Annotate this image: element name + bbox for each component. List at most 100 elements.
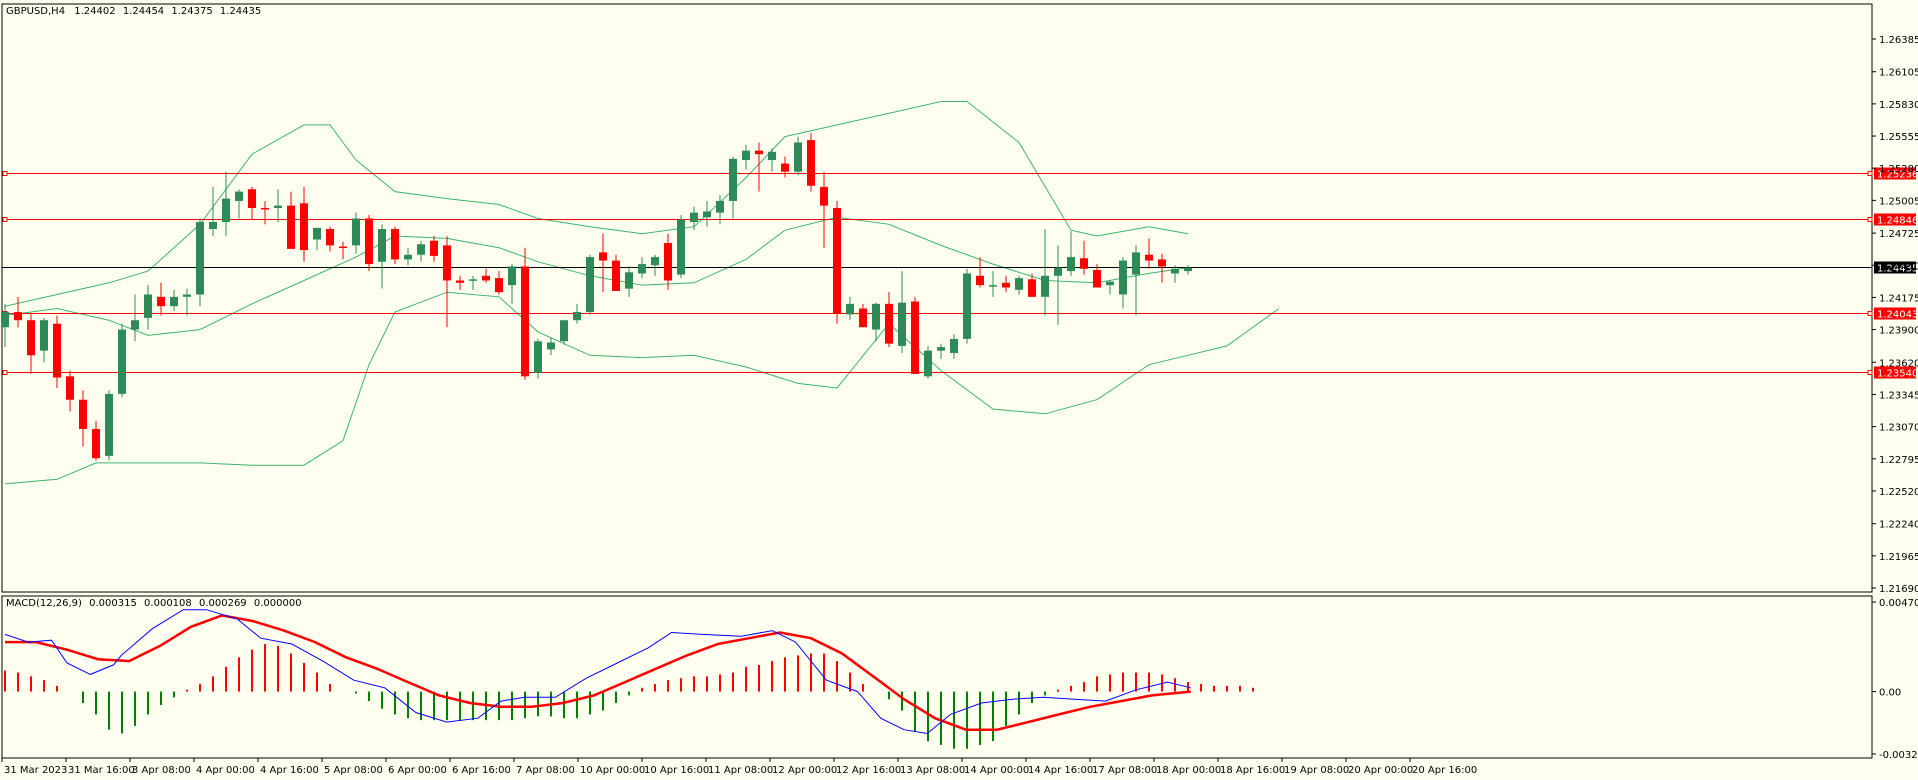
time-tick-label: 6 Apr 00:00: [388, 765, 447, 776]
price-tick-label: 1.23900: [1879, 326, 1918, 337]
candle-body: [66, 376, 74, 400]
candle-body: [170, 296, 178, 307]
candle-body: [599, 252, 607, 261]
candle-body: [1106, 281, 1114, 286]
price-tick-label: 1.24725: [1879, 229, 1918, 240]
candle-body: [27, 320, 35, 356]
time-tick-label: 5 Apr 08:00: [324, 765, 383, 776]
price-tick-label: 1.25555: [1879, 132, 1918, 143]
price-tick-label: 1.21965: [1879, 552, 1918, 563]
time-tick-label: 4 Apr 00:00: [196, 765, 255, 776]
level-anchor-handle[interactable]: [1867, 311, 1873, 316]
price-tick-label: 1.22520: [1879, 487, 1918, 498]
price-tick-label: 1.24175: [1879, 293, 1918, 304]
candle-body: [261, 207, 269, 210]
candle-body: [352, 218, 360, 246]
chart-background: [0, 0, 1918, 780]
candle-body: [1067, 257, 1075, 272]
level-anchor-handle[interactable]: [2, 171, 8, 176]
candle-body: [625, 272, 633, 289]
candle-body: [105, 393, 113, 456]
candle-body: [937, 347, 945, 351]
time-tick-label: 17 Apr 08:00: [1092, 765, 1157, 776]
candle-body: [1184, 267, 1192, 272]
candle-body: [638, 264, 646, 274]
time-tick-label: 7 Apr 08:00: [516, 765, 575, 776]
candle-body: [742, 150, 750, 161]
time-tick-label: 14 Apr 00:00: [964, 765, 1029, 776]
candle-body: [1158, 259, 1166, 267]
candle-body: [898, 302, 906, 346]
time-tick-label: 10 Apr 00:00: [580, 765, 645, 776]
time-tick-label: 18 Apr 16:00: [1220, 765, 1285, 776]
price-level-label: 1.24043: [1877, 310, 1918, 321]
price-tick-label: 1.25005: [1879, 196, 1918, 207]
price-tick-label: 1.23620: [1879, 358, 1918, 369]
time-tick-label: 13 Apr 08:00: [900, 765, 965, 776]
candle-body: [664, 243, 672, 281]
price-tick-label: 1.25280: [1879, 164, 1918, 175]
candle-body: [586, 257, 594, 313]
macd-tick-label: 0.00: [1879, 688, 1901, 699]
time-tick-label: 6 Apr 16:00: [452, 765, 511, 776]
candle-body: [612, 260, 620, 291]
time-tick-label: 3 Apr 08:00: [132, 765, 191, 776]
level-anchor-handle[interactable]: [1867, 370, 1873, 375]
candle: [586, 254, 594, 315]
candle-body: [196, 221, 204, 295]
time-tick-label: 20 Apr 00:00: [1348, 765, 1413, 776]
candle-body: [469, 279, 477, 281]
candle: [911, 296, 919, 375]
candle-body: [157, 296, 165, 307]
candle: [118, 323, 126, 398]
candle-body: [677, 219, 685, 275]
price-tick-label: 1.22240: [1879, 520, 1918, 531]
time-tick-label: 20 Apr 16:00: [1412, 765, 1477, 776]
candle-body: [950, 338, 958, 353]
candle: [677, 214, 685, 279]
candle-body: [794, 142, 802, 172]
candle-body: [1119, 260, 1127, 295]
candle-body: [781, 163, 789, 172]
candle-body: [209, 221, 217, 230]
level-anchor-handle[interactable]: [1867, 171, 1873, 176]
candle-body: [326, 229, 334, 246]
candle-body: [508, 266, 516, 286]
candle-body: [768, 151, 776, 161]
candle-body: [365, 218, 373, 265]
symbol-header: GBPUSD,H4 1.24402 1.24454 1.24375 1.2443…: [6, 6, 261, 17]
candle-body: [885, 303, 893, 344]
time-tick-label: 31 Mar 16:00: [68, 765, 135, 776]
candle-body: [846, 303, 854, 315]
candle: [365, 214, 373, 272]
candle-body: [1080, 258, 1088, 269]
candle-body: [534, 341, 542, 373]
candle-body: [339, 246, 347, 249]
macd-tick-label: -0.003277: [1879, 750, 1918, 761]
price-tick-label: 1.26385: [1879, 35, 1918, 46]
time-tick-label: 31 Mar 2023: [4, 765, 67, 776]
candle-body: [547, 342, 555, 350]
candle-body: [378, 229, 386, 262]
candle-body: [430, 240, 438, 256]
candle: [807, 133, 815, 192]
candle-body: [495, 278, 503, 293]
macd-header: MACD(12,26,9) 0.000315 0.000108 0.000269…: [6, 598, 302, 609]
candle-body: [1002, 282, 1010, 288]
time-tick-label: 12 Apr 00:00: [772, 765, 837, 776]
candle-body: [287, 205, 295, 249]
time-tick-label: 18 Apr 00:00: [1156, 765, 1221, 776]
candle-body: [313, 227, 321, 240]
candle-body: [417, 244, 425, 255]
candle-body: [833, 207, 841, 314]
candle-body: [690, 212, 698, 222]
candle-body: [820, 186, 828, 206]
level-anchor-handle[interactable]: [1867, 217, 1873, 222]
level-anchor-handle[interactable]: [2, 370, 8, 375]
trading-chart[interactable]: 1.252361.248461.240431.235401.24435 1.26…: [0, 0, 1918, 780]
price-tick-label: 1.24450: [1879, 261, 1918, 272]
candle-body: [1028, 279, 1036, 297]
level-anchor-handle[interactable]: [2, 217, 8, 222]
price-level-label: 1.24846: [1877, 216, 1918, 227]
candle: [963, 268, 971, 344]
